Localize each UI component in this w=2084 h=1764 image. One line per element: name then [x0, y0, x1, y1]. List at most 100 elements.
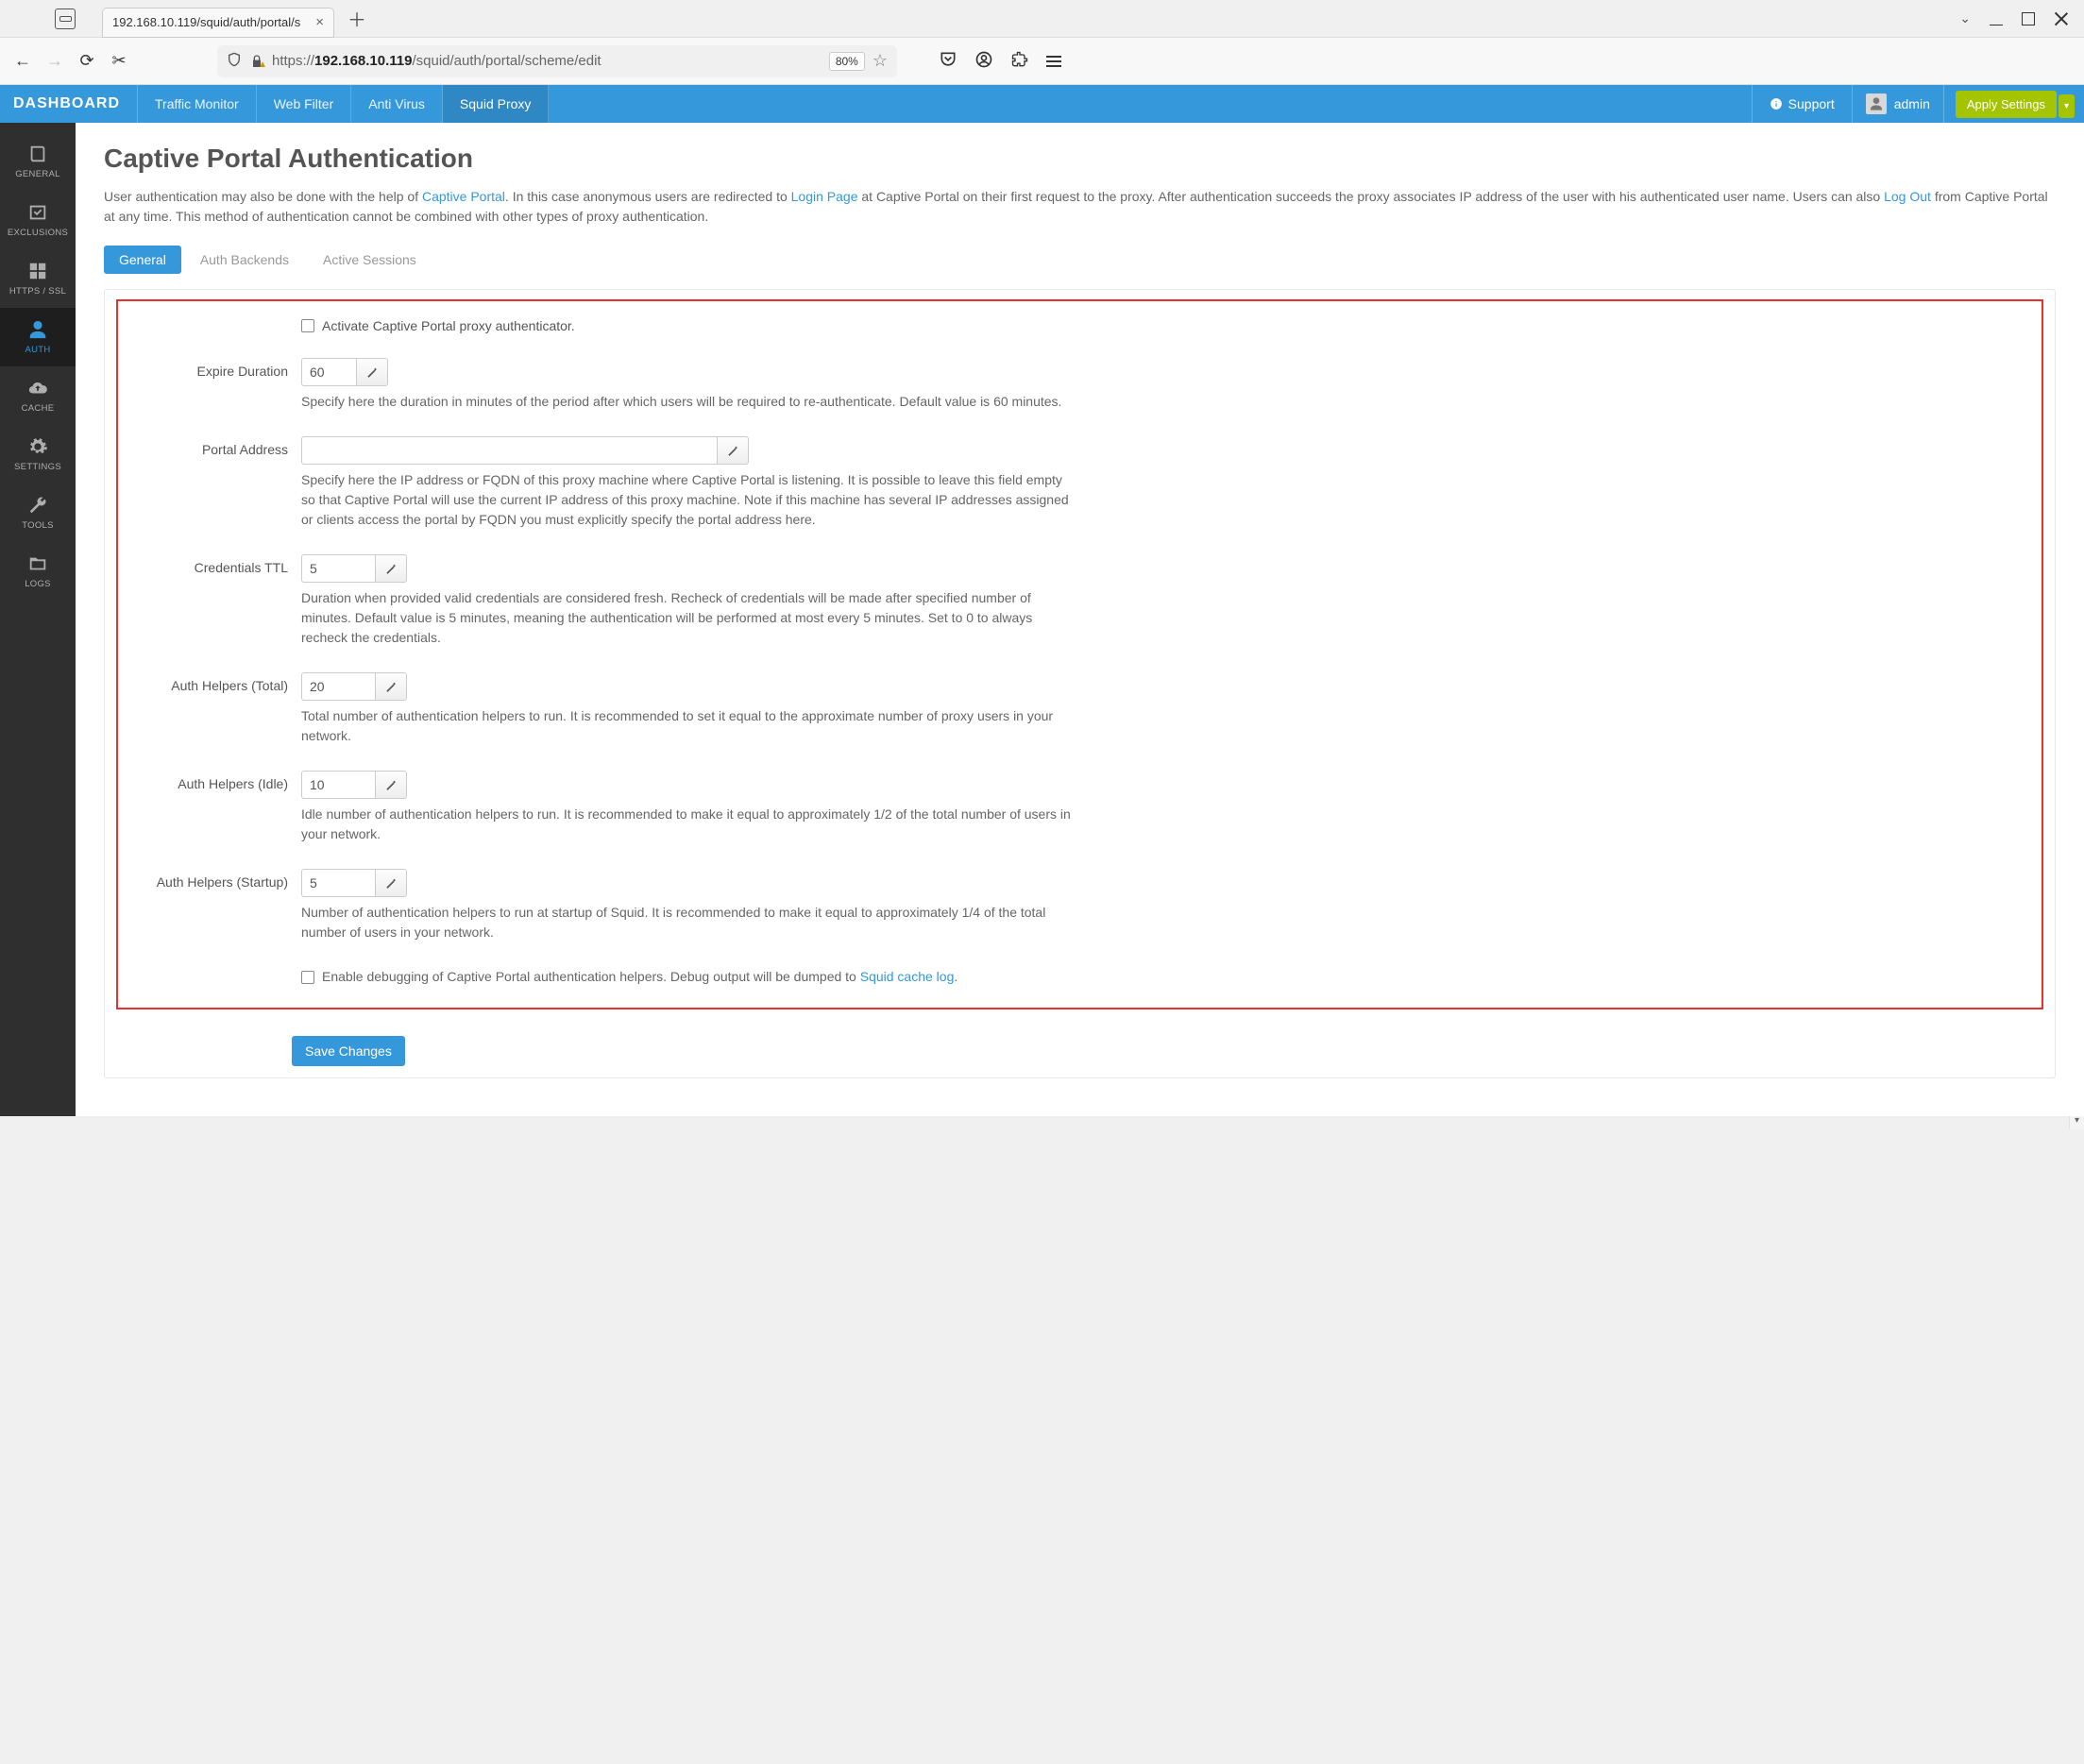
tab-strip: 192.168.10.119/squid/auth/portal/s × ＋ ⌄: [0, 0, 2084, 38]
nav-back-button[interactable]: ←: [13, 51, 32, 71]
help-expire: Specify here the duration in minutes of …: [301, 392, 1076, 412]
zoom-level[interactable]: 80%: [829, 52, 865, 71]
input-expire-duration[interactable]: [301, 358, 356, 386]
wand-idle-button[interactable]: [375, 771, 407, 799]
support-label: Support: [1788, 96, 1835, 111]
input-helpers-idle[interactable]: [301, 771, 375, 799]
debug-label: Enable debugging of Captive Portal authe…: [322, 967, 957, 987]
bookmark-star-icon[interactable]: ☆: [873, 51, 888, 71]
new-tab-button[interactable]: ＋: [344, 6, 370, 32]
checkbox-activate-portal[interactable]: [301, 319, 314, 332]
tab-auth-backends[interactable]: Auth Backends: [185, 246, 304, 274]
lock-warning-icon[interactable]: ▲: [249, 54, 264, 69]
nav-forward-button[interactable]: →: [45, 51, 64, 71]
sidebar-item-label: SETTINGS: [14, 462, 61, 472]
user-menu[interactable]: admin: [1853, 85, 1944, 123]
browser-tab[interactable]: 192.168.10.119/squid/auth/portal/s ×: [102, 8, 334, 38]
support-link[interactable]: Support: [1752, 85, 1853, 123]
sidebar-item-label: GENERAL: [15, 169, 60, 179]
input-portal-address[interactable]: [301, 436, 717, 465]
apply-settings-dropdown[interactable]: ▾: [2059, 94, 2075, 118]
tabs: General Auth Backends Active Sessions: [104, 246, 2056, 274]
wand-expire-button[interactable]: [356, 358, 388, 386]
pocket-icon[interactable]: [939, 50, 957, 72]
help-idle: Idle number of authentication helpers to…: [301, 805, 1076, 844]
label-expire-duration: Expire Duration: [129, 358, 301, 379]
nav-reload-button[interactable]: ⟳: [77, 51, 96, 71]
app-viewport: ▴ ▾ DASHBOARD Traffic Monitor Web Filter…: [0, 85, 2084, 1129]
sidebar-item-label: EXCLUSIONS: [8, 228, 68, 238]
brand-logo[interactable]: DASHBOARD: [0, 85, 138, 123]
intro-text: User authentication may also be done wit…: [104, 187, 2056, 227]
tab-active-sessions[interactable]: Active Sessions: [308, 246, 432, 274]
folder-icon: [27, 553, 48, 574]
tabs-dropdown-icon[interactable]: ⌄: [1959, 10, 1971, 26]
tab-general[interactable]: General: [104, 246, 181, 274]
screenshot-icon[interactable]: ✂: [110, 51, 128, 71]
username: admin: [1894, 96, 1930, 111]
label-credentials-ttl: Credentials TTL: [129, 554, 301, 575]
sidebar-item-label: HTTPS / SSL: [9, 286, 66, 297]
label-helpers-startup: Auth Helpers (Startup): [129, 869, 301, 890]
wrench-icon: [27, 495, 48, 516]
input-helpers-total[interactable]: [301, 672, 375, 701]
sidebar-item-general[interactable]: GENERAL: [0, 132, 76, 191]
link-login-page[interactable]: Login Page: [791, 189, 858, 204]
tab-close-icon[interactable]: ×: [315, 14, 324, 30]
input-helpers-startup[interactable]: [301, 869, 375, 897]
apply-settings-button[interactable]: Apply Settings: [1956, 91, 2057, 118]
label-portal-address: Portal Address: [129, 436, 301, 457]
sidebar-item-cache[interactable]: CACHE: [0, 366, 76, 425]
wand-icon: [726, 444, 739, 457]
sidebar-item-logs[interactable]: LOGS: [0, 542, 76, 601]
link-captive-portal[interactable]: Captive Portal: [422, 189, 505, 204]
label-helpers-idle: Auth Helpers (Idle): [129, 771, 301, 791]
nav-squid-proxy[interactable]: Squid Proxy: [443, 85, 549, 123]
sidebar-item-https-ssl[interactable]: HTTPS / SSL: [0, 249, 76, 308]
account-icon[interactable]: [974, 50, 993, 72]
sidebar-item-auth[interactable]: AUTH: [0, 308, 76, 366]
nav-traffic-monitor[interactable]: Traffic Monitor: [138, 85, 257, 123]
window-minimize-button[interactable]: [1990, 12, 2003, 25]
url-text: https://192.168.10.119/squid/auth/portal…: [272, 53, 601, 69]
sidebar-item-exclusions[interactable]: EXCLUSIONS: [0, 191, 76, 249]
app-menu-icon[interactable]: [1046, 56, 1061, 67]
help-portal: Specify here the IP address or FQDN of t…: [301, 470, 1076, 530]
library-icon[interactable]: [55, 8, 76, 29]
nav-web-filter[interactable]: Web Filter: [257, 85, 352, 123]
label-helpers-total: Auth Helpers (Total): [129, 672, 301, 693]
wand-icon: [365, 365, 379, 379]
wand-ttl-button[interactable]: [375, 554, 407, 583]
avatar-icon: [1866, 93, 1887, 114]
app-topbar: DASHBOARD Traffic Monitor Web Filter Ant…: [0, 85, 2084, 123]
extensions-icon[interactable]: [1010, 50, 1029, 72]
user-icon: [27, 319, 48, 340]
grid-icon: [27, 261, 48, 281]
wand-total-button[interactable]: [375, 672, 407, 701]
sidebar-item-tools[interactable]: TOOLS: [0, 483, 76, 542]
book-icon: [27, 144, 48, 164]
sidebar-item-settings[interactable]: SETTINGS: [0, 425, 76, 483]
browser-nav-bar: ← → ⟳ ✂ ▲ https://192.168.10.119/squid/a…: [0, 38, 2084, 85]
link-squid-cache-log[interactable]: Squid cache log: [860, 969, 955, 984]
wand-icon: [384, 562, 398, 575]
page-title: Captive Portal Authentication: [104, 144, 2056, 174]
checkbox-enable-debug[interactable]: [301, 971, 314, 984]
sidebar: GENERAL EXCLUSIONS HTTPS / SSL AUTH CACH…: [0, 123, 76, 1116]
window-close-button[interactable]: [2054, 12, 2067, 25]
url-bar[interactable]: ▲ https://192.168.10.119/squid/auth/port…: [217, 45, 897, 77]
help-ttl: Duration when provided valid credentials…: [301, 588, 1076, 648]
link-log-out[interactable]: Log Out: [1884, 189, 1931, 204]
browser-chrome: 192.168.10.119/squid/auth/portal/s × ＋ ⌄…: [0, 0, 2084, 85]
save-changes-button[interactable]: Save Changes: [292, 1036, 405, 1066]
sidebar-item-label: LOGS: [25, 579, 51, 589]
wand-startup-button[interactable]: [375, 869, 407, 897]
help-total: Total number of authentication helpers t…: [301, 706, 1076, 746]
tracking-shield-icon[interactable]: [227, 52, 242, 71]
wand-portal-button[interactable]: [717, 436, 749, 465]
input-credentials-ttl[interactable]: [301, 554, 375, 583]
cloud-download-icon: [27, 378, 48, 399]
nav-anti-virus[interactable]: Anti Virus: [351, 85, 443, 123]
sidebar-item-label: TOOLS: [22, 520, 54, 531]
window-maximize-button[interactable]: [2022, 12, 2035, 25]
